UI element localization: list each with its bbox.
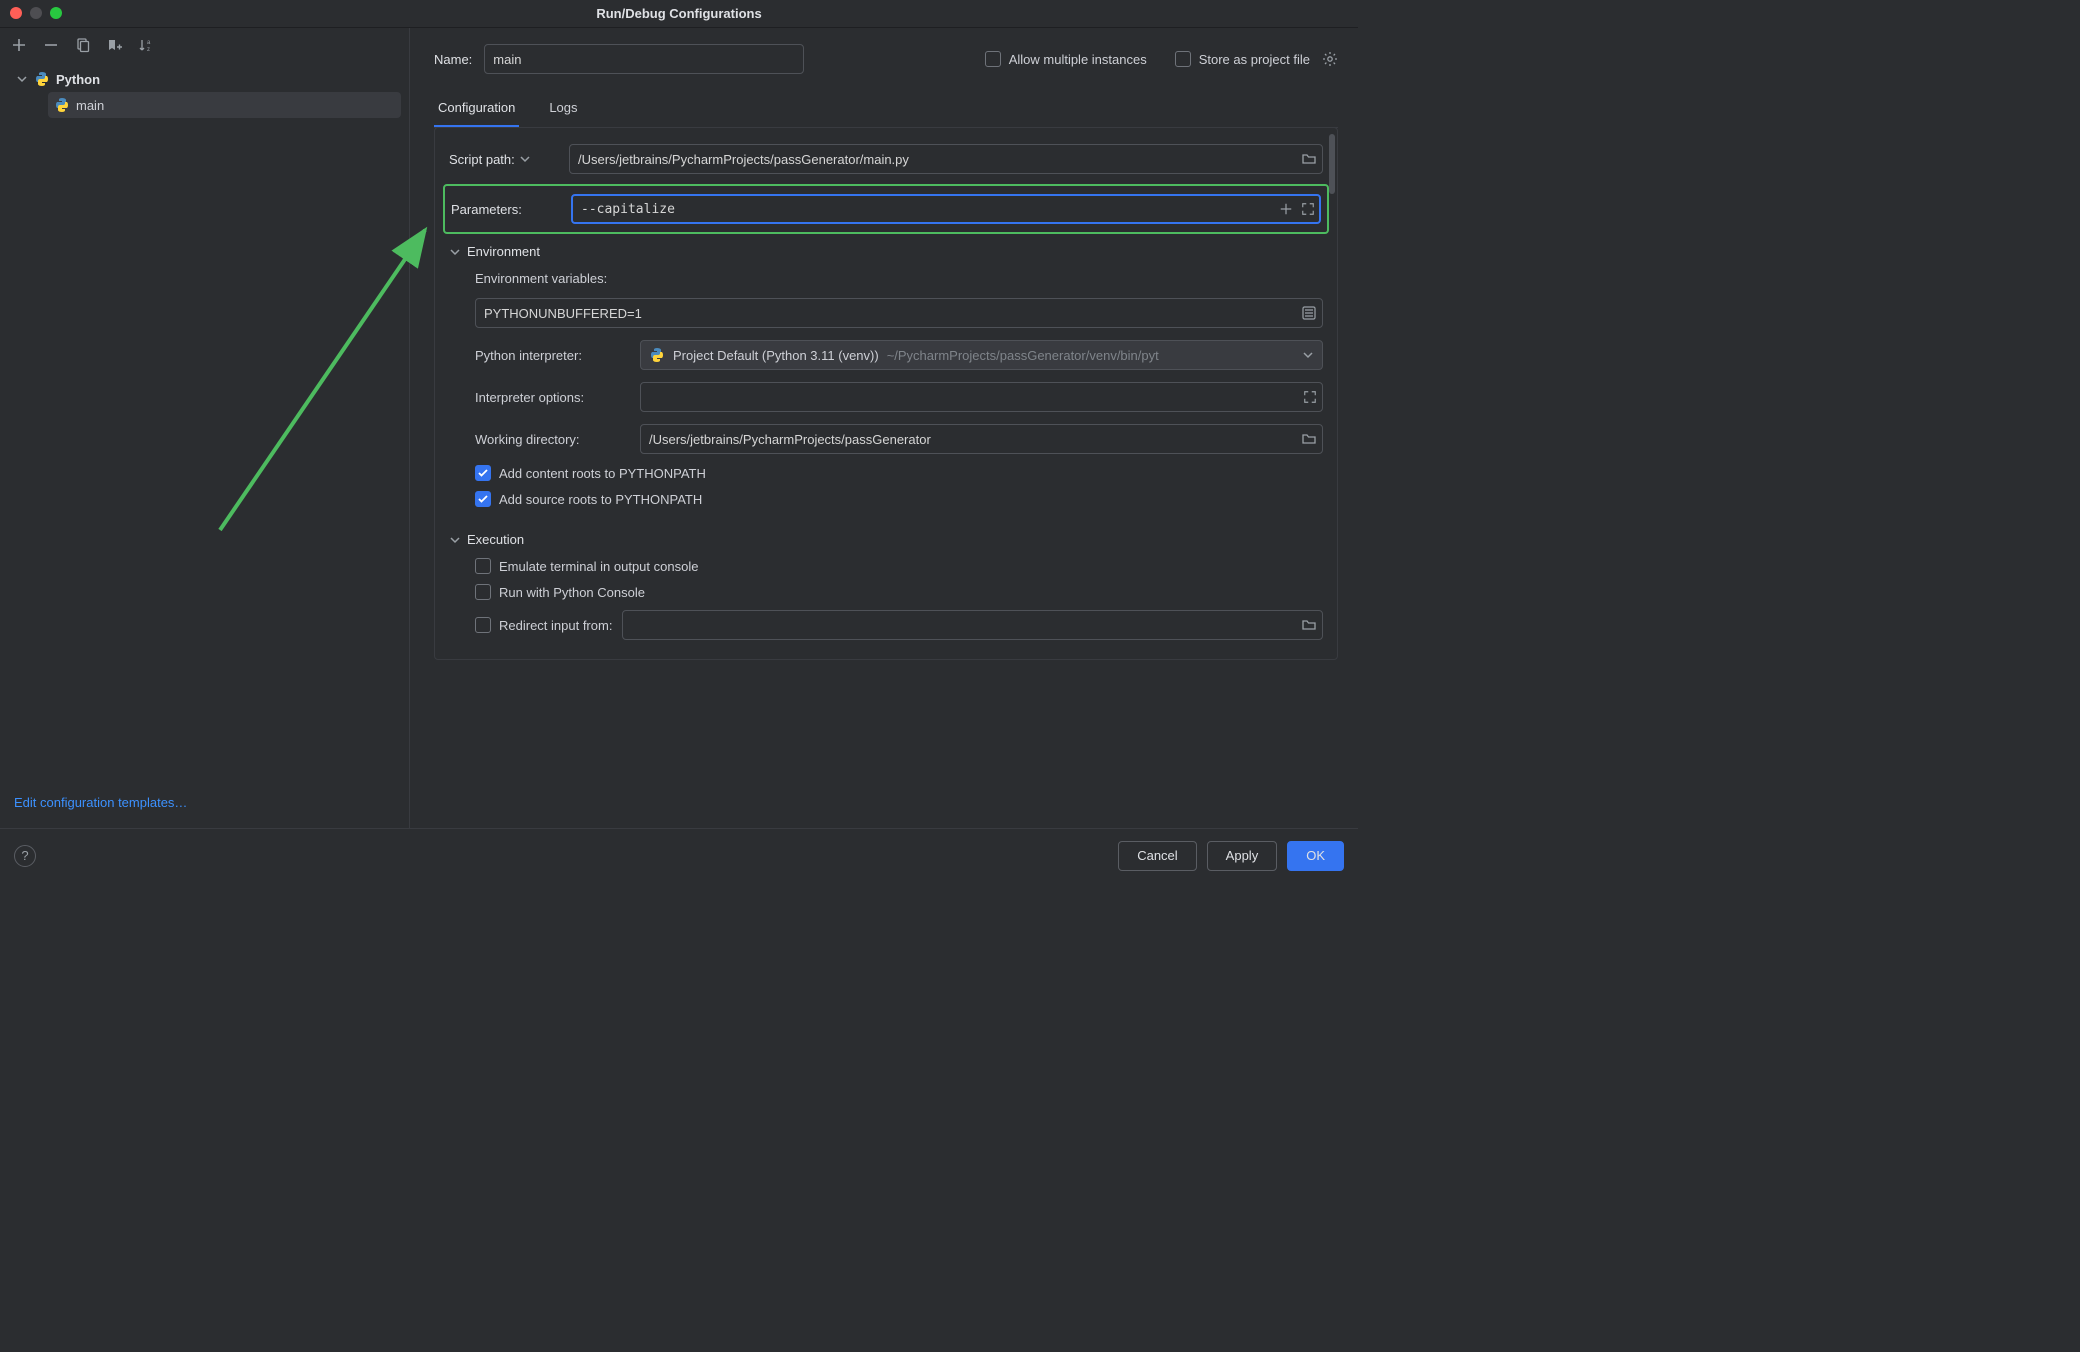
configuration-panel: Script path: Parameters:	[434, 127, 1338, 660]
folder-icon[interactable]	[1301, 617, 1317, 633]
python-icon	[649, 347, 665, 363]
ok-button[interactable]: OK	[1287, 841, 1344, 871]
sort-alpha-icon[interactable]: az	[138, 36, 156, 54]
env-vars-input[interactable]	[475, 298, 1323, 328]
add-icon[interactable]	[10, 36, 28, 54]
python-icon	[54, 97, 70, 113]
chevron-down-icon	[449, 246, 461, 258]
parameters-input[interactable]	[571, 194, 1321, 224]
python-icon	[34, 71, 50, 87]
name-input[interactable]	[484, 44, 804, 74]
interpreter-options-input[interactable]	[640, 382, 1323, 412]
chevron-down-icon	[16, 73, 28, 85]
add-source-roots-checkbox[interactable]: Add source roots to PYTHONPATH	[475, 491, 702, 507]
parameters-row: Parameters:	[443, 184, 1329, 234]
folder-icon[interactable]	[1301, 151, 1317, 167]
cancel-button[interactable]: Cancel	[1118, 841, 1196, 871]
parameters-label: Parameters:	[451, 202, 561, 217]
run-with-console-checkbox[interactable]: Run with Python Console	[475, 584, 645, 600]
chevron-down-icon	[449, 534, 461, 546]
close-window-button[interactable]	[10, 7, 22, 19]
config-tree: Python main	[0, 62, 409, 122]
tabs: Configuration Logs	[434, 92, 1338, 128]
emulate-terminal-checkbox[interactable]: Emulate terminal in output console	[475, 558, 698, 574]
edit-templates-link[interactable]: Edit configuration templates…	[14, 795, 187, 810]
execution-section-header[interactable]: Execution	[435, 526, 1337, 553]
window-controls	[10, 7, 62, 19]
copy-icon[interactable]	[74, 36, 92, 54]
config-main-panel: Name: Allow multiple instances Store as …	[410, 28, 1358, 828]
remove-icon[interactable]	[42, 36, 60, 54]
sidebar-toolbar: az	[0, 28, 409, 62]
config-list-sidebar: az Python main Edit configuration	[0, 28, 410, 828]
store-as-file-checkbox[interactable]: Store as project file	[1175, 51, 1338, 67]
interpreter-path: ~/PycharmProjects/passGenerator/venv/bin…	[887, 348, 1159, 363]
tab-logs[interactable]: Logs	[545, 92, 581, 127]
tree-group-label: Python	[56, 72, 100, 87]
chevron-down-icon	[1302, 349, 1314, 361]
window-title: Run/Debug Configurations	[596, 6, 761, 21]
dialog-button-bar: ? Cancel Apply OK	[0, 828, 1358, 882]
titlebar: Run/Debug Configurations	[0, 0, 1358, 28]
interpreter-select[interactable]: Project Default (Python 3.11 (venv)) ~/P…	[640, 340, 1323, 370]
name-label: Name:	[434, 52, 472, 67]
folder-icon[interactable]	[1301, 431, 1317, 447]
store-as-file-label: Store as project file	[1199, 52, 1310, 67]
plus-icon[interactable]	[1279, 202, 1293, 216]
allow-multiple-label: Allow multiple instances	[1009, 52, 1147, 67]
minimize-window-button[interactable]	[30, 7, 42, 19]
svg-text:z: z	[147, 47, 150, 53]
help-button[interactable]: ?	[14, 845, 36, 867]
interpreter-options-label: Interpreter options:	[475, 390, 630, 405]
save-template-icon[interactable]	[106, 36, 124, 54]
tree-item-label: main	[76, 98, 104, 113]
gear-icon[interactable]	[1322, 51, 1338, 67]
tree-item-main[interactable]: main	[48, 92, 401, 118]
list-icon[interactable]	[1301, 305, 1317, 321]
allow-multiple-checkbox[interactable]: Allow multiple instances	[985, 51, 1147, 67]
working-directory-label: Working directory:	[475, 432, 630, 447]
svg-text:a: a	[147, 40, 151, 46]
add-content-roots-checkbox[interactable]: Add content roots to PYTHONPATH	[475, 465, 706, 481]
redirect-input-checkbox[interactable]: Redirect input from:	[475, 617, 612, 633]
panel-scrollbar[interactable]	[1329, 134, 1335, 194]
expand-icon[interactable]	[1301, 202, 1315, 216]
interpreter-value: Project Default (Python 3.11 (venv))	[673, 348, 879, 363]
env-vars-label: Environment variables:	[475, 271, 607, 286]
tree-group-python[interactable]: Python	[10, 66, 401, 92]
apply-button[interactable]: Apply	[1207, 841, 1278, 871]
redirect-input-path[interactable]	[622, 610, 1323, 640]
script-path-label[interactable]: Script path:	[449, 152, 559, 167]
interpreter-label: Python interpreter:	[475, 348, 630, 363]
environment-section-header[interactable]: Environment	[435, 238, 1337, 265]
tab-configuration[interactable]: Configuration	[434, 92, 519, 127]
working-directory-input[interactable]	[640, 424, 1323, 454]
script-path-input[interactable]	[569, 144, 1323, 174]
expand-icon[interactable]	[1303, 390, 1317, 404]
zoom-window-button[interactable]	[50, 7, 62, 19]
chevron-down-icon	[519, 153, 531, 165]
